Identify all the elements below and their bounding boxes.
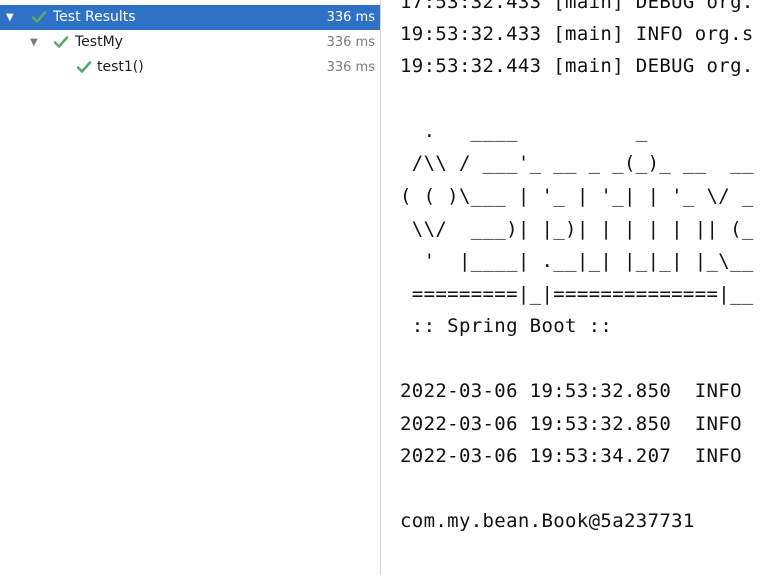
tree-item-duration: 336 ms	[326, 60, 375, 75]
tree-item-duration: 336 ms	[326, 10, 375, 25]
triangle-down-icon[interactable]: ▼	[30, 30, 38, 55]
test-runner-panel: ▼ Test Results 336 ms ▼ TestMy 336 ms te…	[0, 0, 760, 575]
check-icon	[76, 61, 92, 73]
check-icon	[53, 36, 69, 48]
console-line: 19:53:32.443 [main] DEBUG org.	[400, 55, 754, 77]
console-line: 2022-03-06 19:53:32.850 INFO	[400, 380, 742, 402]
console-line: 2022-03-06 19:53:34.207 INFO	[400, 445, 742, 467]
test-results-tree: ▼ Test Results 336 ms ▼ TestMy 336 ms te…	[0, 0, 380, 575]
tree-row-test-results[interactable]: ▼ Test Results 336 ms	[0, 5, 380, 30]
console-line: 2022-03-06 19:53:32.850 INFO	[400, 413, 742, 435]
console-line: /\\ / ___'_ __ _ _(_)_ __ __	[400, 152, 754, 174]
check-icon	[31, 11, 47, 23]
console-line: 17:53:32.433 [main] DEBUG org.	[400, 0, 754, 13]
console-line: :: Spring Boot ::	[400, 315, 613, 337]
tree-item-label: TestMy	[75, 34, 123, 50]
console-line: com.my.bean.Book@5a237731	[400, 510, 695, 532]
tree-item-label: test1()	[97, 59, 144, 75]
tree-row-test1[interactable]: test1() 336 ms	[0, 55, 380, 80]
tree-item-duration: 336 ms	[326, 35, 375, 50]
console-line: 19:53:32.433 [main] INFO org.s	[400, 23, 754, 45]
tree-item-label: Test Results	[53, 9, 136, 25]
console-line: ( ( )\___ | '_ | '_| | '_ \/ _	[400, 185, 754, 207]
tree-row-testmy[interactable]: ▼ TestMy 336 ms	[0, 30, 380, 55]
triangle-down-icon[interactable]: ▼	[6, 5, 14, 30]
console-line: \\/ ___)| |_)| | | | | || (_	[400, 218, 754, 240]
console-line: . ____ _	[400, 120, 648, 142]
console-line: =========|_|==============|__	[400, 283, 754, 305]
console-output[interactable]: 17:53:32.433 [main] DEBUG org. 19:53:32.…	[381, 0, 760, 575]
console-line: ' |____| .__|_| |_|_| |_\__	[400, 250, 754, 272]
